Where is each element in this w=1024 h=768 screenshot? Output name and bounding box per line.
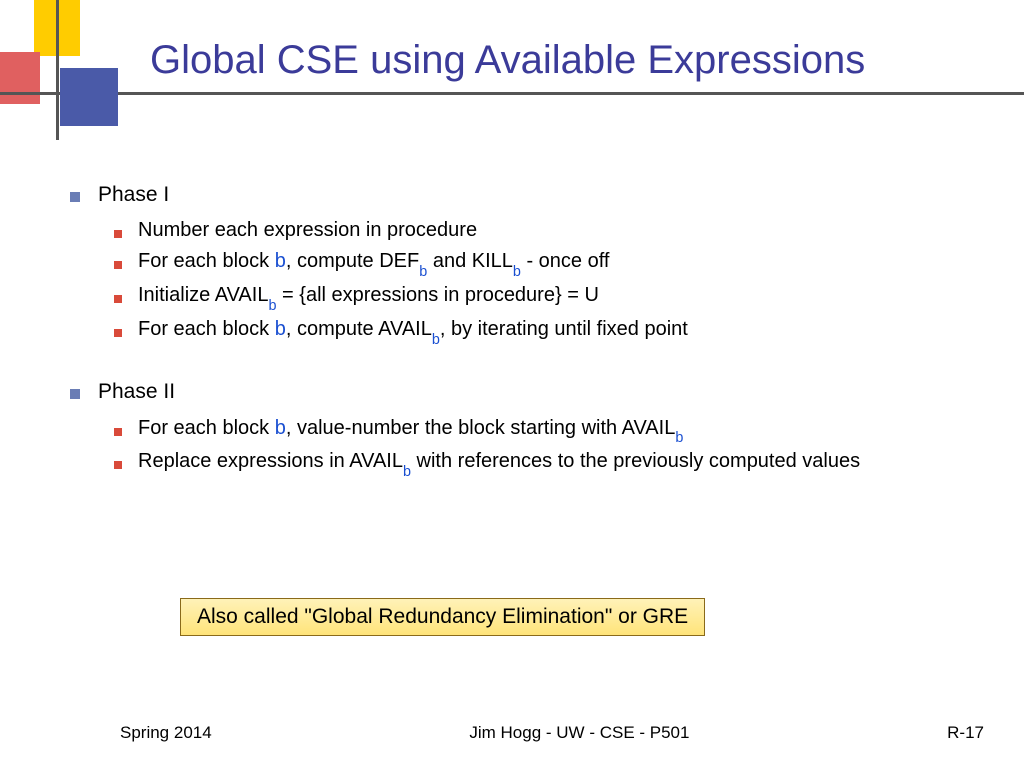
slide-title: Global CSE using Available Expressions (150, 38, 865, 83)
phase-heading: Phase I (98, 180, 169, 210)
list-item: Initialize AVAILb = {all expressions in … (114, 281, 984, 313)
list-item: For each block b, value-number the block… (114, 414, 984, 446)
bullet-inner-icon (114, 261, 122, 269)
list-item: Number each expression in procedure (114, 216, 984, 245)
list-item-text: For each block b, compute AVAILb, by ite… (138, 315, 688, 347)
bullet-outer-icon (70, 389, 80, 399)
footer-right: R-17 (947, 723, 984, 743)
phase-item: Phase I Number each expression in procedu… (70, 180, 984, 347)
decor-square-red (0, 52, 40, 104)
decor-square-blue (60, 68, 118, 126)
list-item: Replace expressions in AVAILb with refer… (114, 447, 984, 479)
phase-item: Phase II For each block b, value-number t… (70, 377, 984, 479)
list-item-text: Initialize AVAILb = {all expressions in … (138, 281, 599, 313)
bullet-inner-icon (114, 230, 122, 238)
bullet-inner-icon (114, 461, 122, 469)
list-item: For each block b, compute AVAILb, by ite… (114, 315, 984, 347)
footer-left: Spring 2014 (120, 723, 212, 743)
callout-box: Also called "Global Redundancy Eliminati… (180, 598, 705, 636)
list-item-text: For each block b, compute DEFb and KILLb… (138, 247, 609, 279)
list-item-text: Replace expressions in AVAILb with refer… (138, 447, 860, 479)
phase-heading: Phase II (98, 377, 175, 407)
list-item: For each block b, compute DEFb and KILLb… (114, 247, 984, 279)
decor-hline (0, 92, 1024, 95)
slide-body: Phase I Number each expression in procedu… (70, 180, 984, 509)
list-item-text: Number each expression in procedure (138, 216, 477, 245)
slide-footer: Spring 2014 Jim Hogg - UW - CSE - P501 R… (0, 723, 1024, 743)
bullet-inner-icon (114, 295, 122, 303)
list-item-text: For each block b, value-number the block… (138, 414, 683, 446)
bullet-inner-icon (114, 428, 122, 436)
bullet-outer-icon (70, 192, 80, 202)
bullet-inner-icon (114, 329, 122, 337)
decor-vline (56, 0, 59, 140)
footer-center: Jim Hogg - UW - CSE - P501 (469, 723, 689, 743)
